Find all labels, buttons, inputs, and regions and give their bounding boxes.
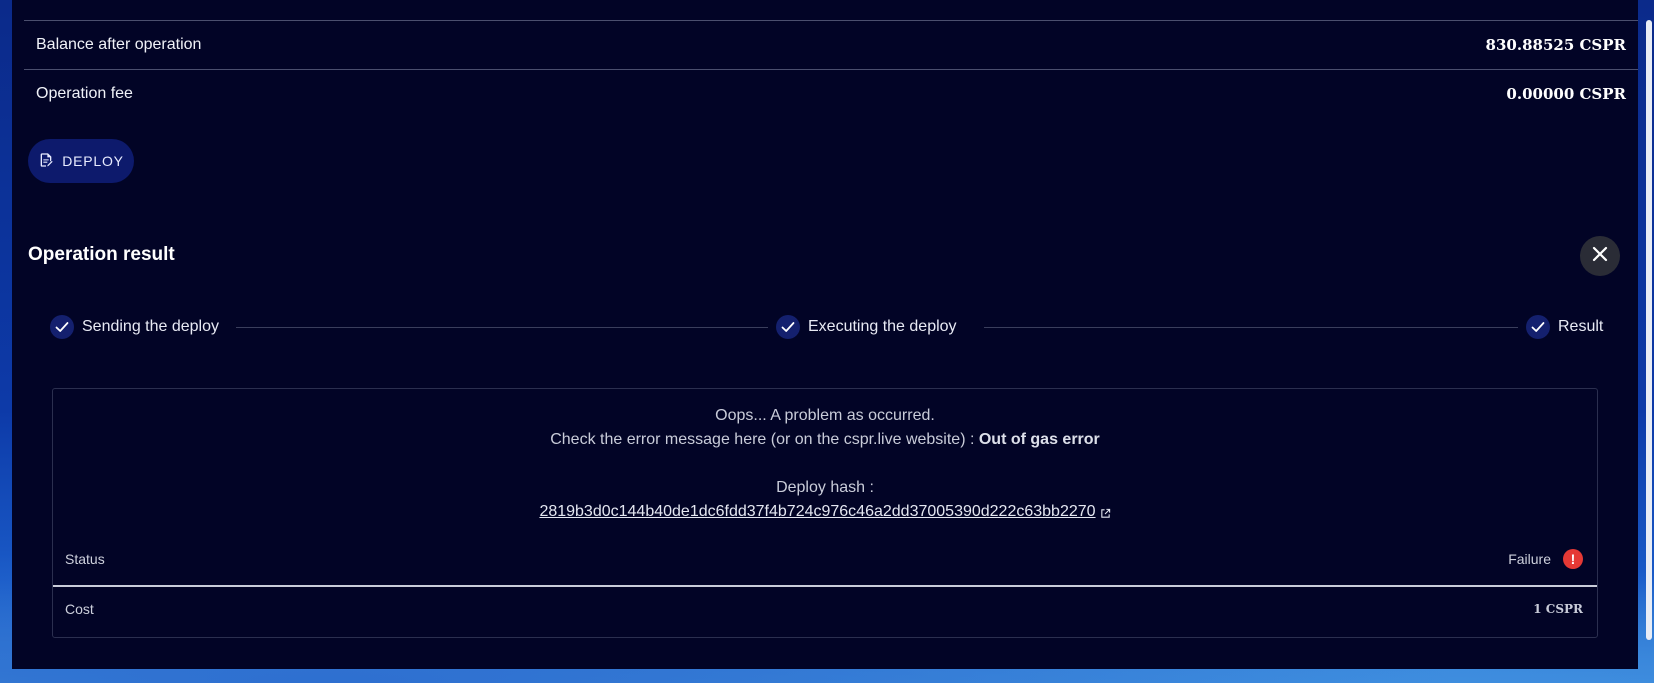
external-link-icon[interactable]: [1100, 506, 1111, 518]
close-icon: [1591, 245, 1609, 268]
check-icon: [50, 315, 74, 339]
progress-stepper: Sending the deploy Executing the deploy …: [50, 315, 1603, 341]
error-message-line2: Check the error message here (or on the …: [53, 431, 1597, 449]
cost-row: Cost 1 CSPR: [53, 589, 1597, 629]
cost-label: Cost: [65, 601, 94, 617]
deploy-button[interactable]: DEPLOY: [28, 139, 134, 183]
status-value: Failure: [1508, 551, 1551, 567]
step-result: Result: [1526, 315, 1603, 339]
cost-value: 1 CSPR: [1533, 602, 1583, 616]
check-icon: [776, 315, 800, 339]
deploy-hash-label: Deploy hash :: [776, 479, 874, 496]
fee-value: 0.00000 CSPR: [1506, 84, 1626, 103]
error-type: Out of gas error: [978, 431, 1100, 448]
status-label: Status: [65, 551, 105, 567]
balance-row: Balance after operation 830.88525 CSPR: [24, 20, 1638, 69]
step-connector: [984, 327, 1518, 328]
result-title: Operation result: [28, 244, 175, 265]
result-details-box: Oops... A problem as occurred. Check the…: [52, 388, 1598, 638]
edit-document-icon: [38, 152, 54, 171]
step-connector: [236, 327, 768, 328]
step-label: Executing the deploy: [808, 318, 957, 335]
deploy-hash-value: 2819b3d0c144b40de1dc6fdd37f4b724c976c46a…: [539, 503, 1096, 520]
step-executing: Executing the deploy: [776, 315, 957, 339]
error-message-line1: Oops... A problem as occurred.: [715, 407, 935, 424]
deploy-hash-link[interactable]: 2819b3d0c144b40de1dc6fdd37f4b724c976c46a…: [539, 503, 1095, 520]
balance-value: 830.88525 CSPR: [1485, 35, 1626, 54]
balance-label: Balance after operation: [36, 35, 202, 53]
close-button[interactable]: [1580, 236, 1620, 276]
check-icon: [1526, 315, 1550, 339]
divider: [53, 585, 1597, 587]
deploy-button-label: DEPLOY: [62, 153, 124, 169]
step-label: Sending the deploy: [82, 318, 219, 335]
fee-label: Operation fee: [36, 84, 133, 102]
deploy-hash-line: 2819b3d0c144b40de1dc6fdd37f4b724c976c46a…: [53, 503, 1597, 521]
scrollbar[interactable]: [1646, 20, 1652, 640]
fee-row: Operation fee 0.00000 CSPR: [24, 69, 1638, 118]
operation-panel: Balance after operation 830.88525 CSPR O…: [12, 0, 1638, 669]
step-label: Result: [1558, 318, 1604, 335]
step-sending: Sending the deploy: [50, 315, 219, 339]
error-message-prefix: Check the error message here (or on the …: [550, 431, 979, 448]
status-row: Status Failure !: [53, 539, 1597, 579]
error-icon: !: [1563, 549, 1583, 569]
